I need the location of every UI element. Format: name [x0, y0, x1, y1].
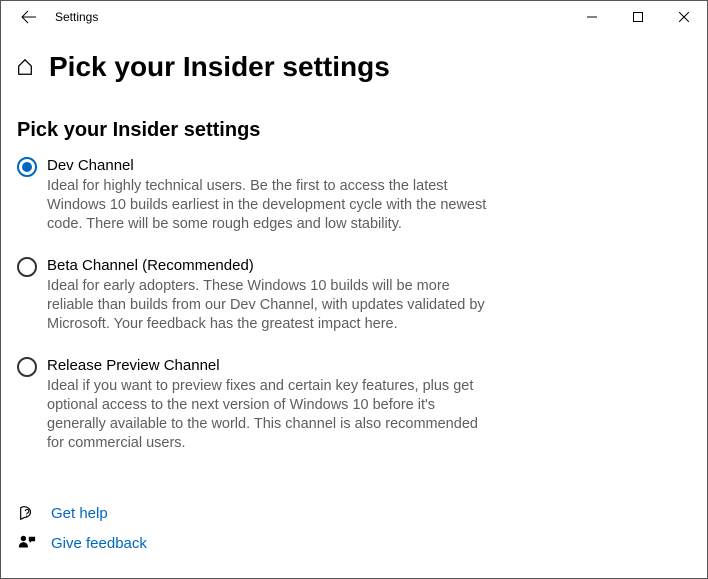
help-icon	[17, 504, 37, 522]
get-help-link[interactable]: Get help	[17, 504, 147, 522]
option-title: Release Preview Channel	[47, 356, 497, 376]
page-header: Pick your Insider settings	[1, 33, 707, 91]
option-title: Dev Channel	[47, 156, 497, 176]
give-feedback-label: Give feedback	[51, 535, 147, 552]
minimize-icon	[587, 12, 597, 22]
page-title: Pick your Insider settings	[49, 51, 390, 83]
back-button[interactable]	[9, 1, 49, 33]
app-title: Settings	[49, 10, 98, 24]
maximize-icon	[633, 12, 643, 22]
option-dev-channel[interactable]: Dev Channel Ideal for highly technical u…	[17, 156, 497, 234]
option-release-preview-channel[interactable]: Release Preview Channel Ideal if you wan…	[17, 356, 497, 453]
get-help-label: Get help	[51, 505, 108, 522]
option-description: Ideal for early adopters. These Windows …	[47, 277, 497, 334]
home-icon[interactable]	[15, 58, 35, 76]
option-beta-channel[interactable]: Beta Channel (Recommended) Ideal for ear…	[17, 256, 497, 334]
window-controls	[569, 1, 707, 33]
radio-dev-channel[interactable]	[17, 157, 37, 177]
option-description: Ideal for highly technical users. Be the…	[47, 177, 497, 234]
section-heading: Pick your Insider settings	[17, 119, 691, 142]
close-button[interactable]	[661, 1, 707, 33]
titlebar: Settings	[1, 1, 707, 33]
minimize-button[interactable]	[569, 1, 615, 33]
radio-release-preview-channel[interactable]	[17, 357, 37, 377]
footer-links: Get help Give feedback	[17, 504, 147, 564]
back-arrow-icon	[21, 9, 37, 25]
content-area: Pick your Insider settings Dev Channel I…	[1, 91, 707, 453]
close-icon	[679, 12, 689, 22]
feedback-icon	[17, 534, 37, 552]
radio-beta-channel[interactable]	[17, 257, 37, 277]
maximize-button[interactable]	[615, 1, 661, 33]
option-description: Ideal if you want to preview fixes and c…	[47, 377, 497, 453]
option-title: Beta Channel (Recommended)	[47, 256, 497, 276]
give-feedback-link[interactable]: Give feedback	[17, 534, 147, 552]
